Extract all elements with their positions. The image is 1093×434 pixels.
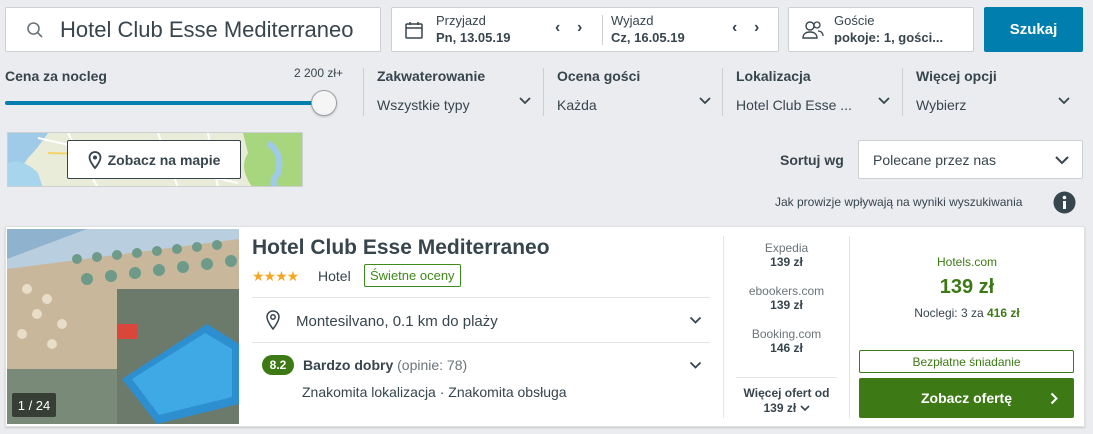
view-offer-label: Zobacz ofertę bbox=[920, 390, 1012, 406]
search-input[interactable]: Hotel Club Esse Mediterraneo bbox=[60, 17, 353, 43]
rating-filter[interactable]: Ocena gości Każda bbox=[557, 68, 712, 118]
accommodation-filter[interactable]: Zakwaterowanie Wszystkie typy bbox=[377, 68, 532, 118]
hotel-location[interactable]: Montesilvano, 0.1 km do plaży bbox=[296, 313, 498, 330]
guests-icon bbox=[802, 21, 824, 39]
checkout-label: Wyjazd bbox=[611, 13, 654, 28]
checkout-prev-icon[interactable]: ‹ bbox=[732, 19, 737, 37]
chevron-down-icon bbox=[1058, 97, 1070, 105]
checkout-field[interactable]: Wyjazd Cz, 16.05.19 bbox=[611, 13, 685, 45]
checkout-value: Cz, 16.05.19 bbox=[611, 30, 685, 45]
filter-divider bbox=[363, 68, 364, 116]
more-options-label: Więcej opcji bbox=[916, 68, 997, 84]
offer-item[interactable]: ebookers.com 139 zł bbox=[724, 284, 849, 312]
info-icon[interactable] bbox=[1053, 191, 1076, 214]
date-picker[interactable]: Przyjazd Pn, 13.05.19 ‹ › Wyjazd Cz, 16.… bbox=[391, 7, 779, 52]
chevron-down-icon bbox=[519, 97, 531, 105]
chevron-down-icon bbox=[699, 97, 711, 105]
offer-price: 146 zł bbox=[770, 341, 803, 355]
sort-label: Sortuj wg bbox=[780, 152, 844, 168]
checkin-label: Przyjazd bbox=[436, 13, 486, 28]
filter-divider bbox=[722, 68, 723, 116]
sort-value: Polecane przez nas bbox=[873, 152, 996, 168]
price-slider-fill bbox=[5, 101, 337, 105]
hotel-type: Hotel bbox=[318, 268, 351, 284]
nights-prefix: Noclegi: 3 za bbox=[914, 306, 984, 320]
checkin-value: Pn, 13.05.19 bbox=[436, 30, 511, 45]
divider bbox=[252, 342, 710, 343]
rating-score-badge: 8.2 bbox=[262, 355, 294, 375]
divider bbox=[736, 377, 837, 378]
price-slider-handle[interactable] bbox=[311, 90, 337, 116]
map-pin-icon bbox=[88, 150, 101, 169]
offer-provider: Booking.com bbox=[751, 327, 822, 341]
more-options-value: Wybierz bbox=[916, 97, 967, 113]
offer-price: 139 zł bbox=[770, 255, 803, 269]
offer-item[interactable]: Booking.com 146 zł bbox=[724, 327, 849, 355]
date-divider bbox=[602, 15, 603, 45]
filter-divider bbox=[902, 68, 903, 116]
checkout-next-icon[interactable]: › bbox=[754, 19, 759, 37]
more-offers-button[interactable]: Więcej ofert od 139 zł bbox=[724, 386, 849, 415]
price-max-label: 2 200 zł+ bbox=[294, 66, 344, 80]
best-offer-price[interactable]: 139 zł bbox=[851, 276, 1083, 299]
search-button[interactable]: Szukaj bbox=[984, 7, 1083, 52]
chevron-down-icon[interactable] bbox=[689, 361, 702, 370]
chevron-down-icon[interactable] bbox=[689, 316, 702, 325]
more-offers-price: 139 zł bbox=[763, 401, 797, 415]
destination-search[interactable]: Hotel Club Esse Mediterraneo bbox=[5, 7, 381, 52]
view-offer-button[interactable]: Zobacz ofertę bbox=[859, 378, 1074, 418]
chevron-down-icon bbox=[1055, 156, 1069, 165]
free-breakfast-badge: Bezpłatne śniadanie bbox=[859, 350, 1074, 373]
more-offers-label: Więcej ofert od bbox=[743, 386, 830, 400]
rating-word: Bardzo dobry bbox=[303, 357, 394, 373]
nights-total-price: 416 zł bbox=[987, 306, 1020, 320]
offer-item[interactable]: Expedia 139 zł bbox=[724, 241, 849, 269]
checkin-prev-icon[interactable]: ‹ bbox=[555, 19, 560, 37]
accommodation-label: Zakwaterowanie bbox=[377, 68, 486, 84]
rating-summary[interactable]: Bardzo dobry (opinie: 78) bbox=[303, 357, 467, 373]
rating-highlights: Znakomita lokalizacja · Znakomita obsług… bbox=[302, 384, 567, 400]
hotel-stars: ★★★★ bbox=[252, 268, 299, 284]
offer-provider: Expedia bbox=[764, 241, 809, 255]
location-label: Lokalizacja bbox=[736, 68, 811, 84]
accommodation-value: Wszystkie typy bbox=[377, 97, 470, 113]
price-filter-label: Cena za nocleg bbox=[5, 68, 107, 84]
column-divider bbox=[849, 236, 850, 418]
offer-provider: ebookers.com bbox=[748, 284, 825, 298]
rating-value: Każda bbox=[557, 97, 597, 113]
great-ratings-badge: Świetne oceny bbox=[364, 264, 461, 287]
price-slider-track[interactable] bbox=[5, 101, 337, 105]
guests-label: Goście bbox=[834, 13, 875, 28]
location-value: Hotel Club Esse ... bbox=[736, 97, 852, 113]
view-map-label: Zobacz na mapie bbox=[107, 151, 221, 168]
photo-counter: 1 / 24 bbox=[12, 393, 56, 417]
checkin-next-icon[interactable]: › bbox=[577, 19, 582, 37]
hotel-name[interactable]: Hotel Club Esse Mediterraneo bbox=[252, 236, 550, 260]
checkin-field[interactable]: Przyjazd Pn, 13.05.19 bbox=[436, 13, 510, 45]
map-pin-icon bbox=[266, 310, 280, 330]
divider bbox=[252, 297, 710, 298]
chevron-right-icon bbox=[1050, 392, 1058, 405]
nights-total: Noclegi: 3 za 416 zł bbox=[851, 306, 1083, 320]
rating-count: (opinie: 78) bbox=[397, 357, 468, 373]
view-map-button[interactable]: Zobacz na mapie bbox=[67, 140, 241, 179]
guests-selector[interactable]: Goście pokoje: 1, gości... bbox=[788, 7, 974, 52]
rating-label: Ocena gości bbox=[557, 68, 641, 84]
commission-disclaimer[interactable]: Jak prowizje wpływają na wyniki wyszukiw… bbox=[775, 195, 1022, 209]
calendar-icon bbox=[405, 22, 423, 39]
guests-value: pokoje: 1, gości... bbox=[834, 30, 944, 45]
sort-select[interactable]: Polecane przez nas bbox=[858, 140, 1083, 179]
offer-price: 139 zł bbox=[770, 298, 803, 312]
best-offer-provider: Hotels.com bbox=[936, 255, 998, 269]
chevron-down-icon bbox=[878, 97, 890, 105]
filter-divider bbox=[543, 68, 544, 116]
location-filter[interactable]: Lokalizacja Hotel Club Esse ... bbox=[736, 68, 891, 118]
chevron-down-icon bbox=[799, 405, 810, 412]
search-icon bbox=[27, 21, 43, 38]
more-options-filter[interactable]: Więcej opcji Wybierz bbox=[916, 68, 1071, 118]
